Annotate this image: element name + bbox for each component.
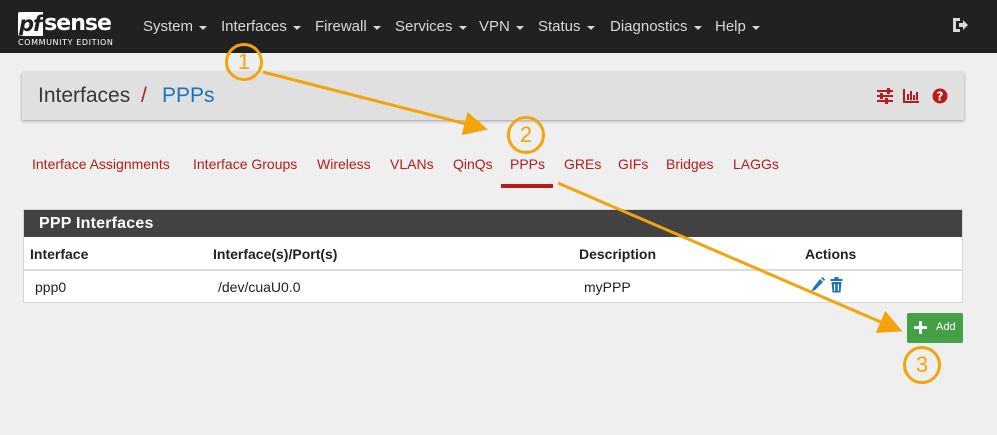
- caret-down-icon: [751, 25, 760, 30]
- nav-menu-services[interactable]: Services: [395, 0, 467, 53]
- pfsense-logo[interactable]: pf sense COMMUNITY EDITION: [18, 8, 126, 48]
- tab-interface-assignments[interactable]: Interface Assignments: [32, 156, 170, 172]
- nav-menu-firewall[interactable]: Firewall: [315, 0, 381, 53]
- trash-icon[interactable]: [829, 277, 844, 293]
- panel-heading: PPP Interfaces: [24, 210, 962, 237]
- ppp-interfaces-panel: PPP Interfaces Interface Interface(s)/Po…: [23, 209, 963, 303]
- nav-menu-status[interactable]: Status: [538, 0, 595, 53]
- table-header-divider: [24, 269, 962, 271]
- breadcrumb-interfaces[interactable]: Interfaces: [38, 84, 130, 108]
- nav-menu-label: System: [143, 18, 194, 35]
- panel-title: PPP Interfaces: [39, 215, 154, 232]
- nav-menu-label: Firewall: [315, 18, 367, 35]
- nav-menu-label: Interfaces: [221, 18, 287, 35]
- caret-down-icon: [199, 25, 208, 30]
- sign-out-icon[interactable]: [951, 16, 969, 34]
- tab-laggs[interactable]: LAGGs: [733, 156, 779, 172]
- tab-wireless[interactable]: Wireless: [317, 156, 371, 172]
- column-header-actions: Actions: [805, 246, 857, 262]
- tab-bridges[interactable]: Bridges: [666, 156, 713, 172]
- nav-menu-label: Help: [715, 18, 746, 35]
- caret-down-icon: [458, 25, 467, 30]
- nav-menu-vpn[interactable]: VPN: [479, 0, 524, 53]
- annotation-marker-3: 3: [903, 346, 941, 384]
- add-button-label: Add: [936, 321, 956, 333]
- annotation-marker-1: 1: [225, 43, 263, 81]
- sliders-icon[interactable]: [876, 88, 894, 104]
- column-header-description[interactable]: Description: [579, 246, 656, 262]
- caret-down-icon: [586, 25, 595, 30]
- caret-down-icon: [693, 25, 702, 30]
- logo-wordmark: pf sense: [18, 8, 112, 36]
- svg-text:?: ?: [937, 90, 944, 104]
- nav-menu-help[interactable]: Help: [715, 0, 760, 53]
- nav-menu-label: VPN: [479, 18, 510, 35]
- nav-menu-label: Status: [538, 18, 581, 35]
- column-header-interface[interactable]: Interface: [30, 246, 88, 262]
- active-tab-indicator: [501, 184, 553, 188]
- caret-down-icon: [292, 25, 301, 30]
- nav-menu-system[interactable]: System: [143, 0, 208, 53]
- top-navbar: pf sense COMMUNITY EDITION System Interfa…: [0, 0, 997, 53]
- pencil-icon[interactable]: [810, 277, 825, 293]
- caret-down-icon: [372, 25, 381, 30]
- cell-description: myPPP: [584, 279, 631, 295]
- cell-interface: ppp0: [35, 279, 67, 295]
- nav-menu-diagnostics[interactable]: Diagnostics: [610, 0, 702, 53]
- breadcrumb-separator: /: [141, 84, 147, 107]
- breadcrumb-ppps[interactable]: PPPs: [162, 84, 215, 108]
- tab-interface-groups[interactable]: Interface Groups: [193, 156, 297, 172]
- caret-down-icon: [515, 25, 524, 30]
- question-circle-icon[interactable]: ?: [931, 88, 949, 104]
- tab-gres[interactable]: GREs: [564, 156, 601, 172]
- tab-ppps[interactable]: PPPs: [510, 156, 545, 172]
- column-header-ports[interactable]: Interface(s)/Port(s): [213, 246, 337, 262]
- plus-icon: [914, 321, 927, 334]
- tab-vlans[interactable]: VLANs: [390, 156, 434, 172]
- nav-menu-label: Diagnostics: [610, 18, 688, 35]
- annotation-marker-2: 2: [507, 116, 545, 154]
- cell-ports: /dev/cuaU0.0: [218, 279, 301, 295]
- tab-qinqs[interactable]: QinQs: [453, 156, 493, 172]
- page-header: Interfaces / PPPs ?: [22, 72, 964, 120]
- tab-gifs[interactable]: GIFs: [618, 156, 648, 172]
- logo-pf-text: pf: [18, 12, 44, 36]
- add-button[interactable]: Add: [907, 313, 963, 343]
- logo-edition-text: COMMUNITY EDITION: [18, 38, 114, 47]
- logo-sense-text: sense: [44, 11, 112, 36]
- bar-chart-icon[interactable]: [902, 88, 920, 104]
- nav-menu-label: Services: [395, 18, 453, 35]
